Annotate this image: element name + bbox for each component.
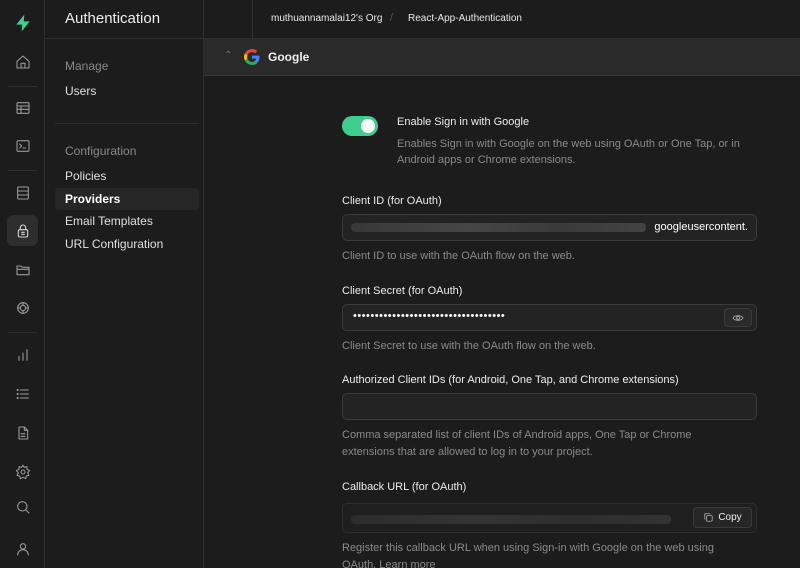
authorized-ids-desc-line-2: extensions that are allowed to log in to…	[342, 446, 593, 458]
client-secret-masked-value: •••••••••••••••••••••••••••••••••••	[353, 310, 506, 322]
toggle-knob	[361, 119, 375, 133]
callback-desc-line-2[interactable]: OAuth. Learn more	[342, 557, 436, 568]
top-bar: muthuannamalai12's Org / React-App-Authe…	[204, 0, 800, 39]
provider-header-google[interactable]: ⌃ Google	[204, 39, 800, 76]
sql-editor-icon[interactable]	[7, 130, 38, 161]
supabase-logo-icon[interactable]	[7, 7, 38, 38]
rail-divider	[8, 332, 37, 333]
client-id-desc: Client ID to use with the OAuth flow on …	[342, 250, 575, 262]
storage-icon[interactable]	[7, 254, 38, 285]
callback-url-field[interactable]: Copy	[342, 503, 757, 533]
google-icon	[244, 49, 260, 65]
breadcrumb-separator: /	[390, 12, 394, 24]
copy-button-label: Copy	[718, 512, 742, 523]
search-icon[interactable]	[7, 491, 38, 522]
enable-desc-line-1: Enables Sign in with Google on the web u…	[397, 138, 740, 150]
user-icon[interactable]	[7, 533, 38, 564]
menu-group-configuration: Configuration	[65, 144, 137, 158]
copy-icon	[704, 513, 713, 522]
database-icon[interactable]	[7, 177, 38, 208]
settings-icon[interactable]	[7, 456, 38, 487]
callback-desc-line-1: Register this callback URL when using Si…	[342, 542, 714, 554]
provider-name: Google	[268, 50, 310, 64]
menu-title: Authentication	[65, 10, 161, 27]
icon-rail	[0, 0, 45, 568]
eye-icon	[732, 314, 744, 321]
edge-functions-icon[interactable]	[7, 292, 38, 323]
authentication-icon[interactable]	[7, 215, 38, 246]
menu-item-email-templates[interactable]: Email Templates	[55, 210, 199, 232]
client-secret-label: Client Secret (for OAuth)	[342, 285, 463, 297]
home-icon[interactable]	[7, 46, 38, 77]
menu-item-providers[interactable]: Providers	[55, 188, 199, 210]
rail-divider	[8, 86, 37, 87]
copy-callback-button[interactable]: Copy	[693, 507, 752, 528]
enable-google-toggle[interactable]	[342, 116, 378, 136]
client-secret-field[interactable]: •••••••••••••••••••••••••••••••••••	[342, 304, 757, 331]
client-id-field[interactable]: googleusercontent.	[342, 214, 757, 241]
client-id-value-tail: googleusercontent.	[654, 221, 748, 233]
breadcrumb-project[interactable]: React-App-Authentication	[408, 13, 522, 24]
menu-header: Authentication	[45, 0, 204, 39]
api-docs-icon[interactable]	[7, 417, 38, 448]
authorized-ids-desc-line-1: Comma separated list of client IDs of An…	[342, 429, 692, 441]
client-id-label: Client ID (for OAuth)	[342, 195, 442, 207]
enable-label: Enable Sign in with Google	[397, 116, 530, 128]
authorized-ids-field[interactable]	[342, 393, 757, 420]
menu-divider	[55, 123, 199, 124]
logs-icon[interactable]	[7, 378, 38, 409]
show-secret-button[interactable]	[724, 308, 752, 327]
menu-item-url-configuration[interactable]: URL Configuration	[55, 233, 199, 255]
menu-group-manage: Manage	[65, 59, 109, 73]
enable-desc-line-2: Android apps or Chrome extensions.	[397, 154, 576, 166]
client-secret-desc: Client Secret to use with the OAuth flow…	[342, 340, 596, 352]
callback-url-label: Callback URL (for OAuth)	[342, 481, 467, 493]
menu-item-policies[interactable]: Policies	[55, 165, 199, 187]
rail-divider	[8, 170, 37, 171]
auth-menu: Authentication Manage Users Configuratio…	[45, 0, 204, 568]
redacted-value	[351, 223, 646, 232]
chevron-up-icon: ⌃	[224, 50, 233, 61]
authorized-ids-label: Authorized Client IDs (for Android, One …	[342, 374, 679, 386]
provider-panel: ⌃ Google Enable Sign in with Google Enab…	[204, 39, 800, 568]
redacted-value	[351, 515, 671, 524]
topbar-divider	[252, 0, 253, 39]
menu-item-users[interactable]: Users	[55, 80, 199, 102]
reports-icon[interactable]	[7, 339, 38, 370]
breadcrumb-org[interactable]: muthuannamalai12's Org	[271, 13, 382, 24]
table-editor-icon[interactable]	[7, 92, 38, 123]
